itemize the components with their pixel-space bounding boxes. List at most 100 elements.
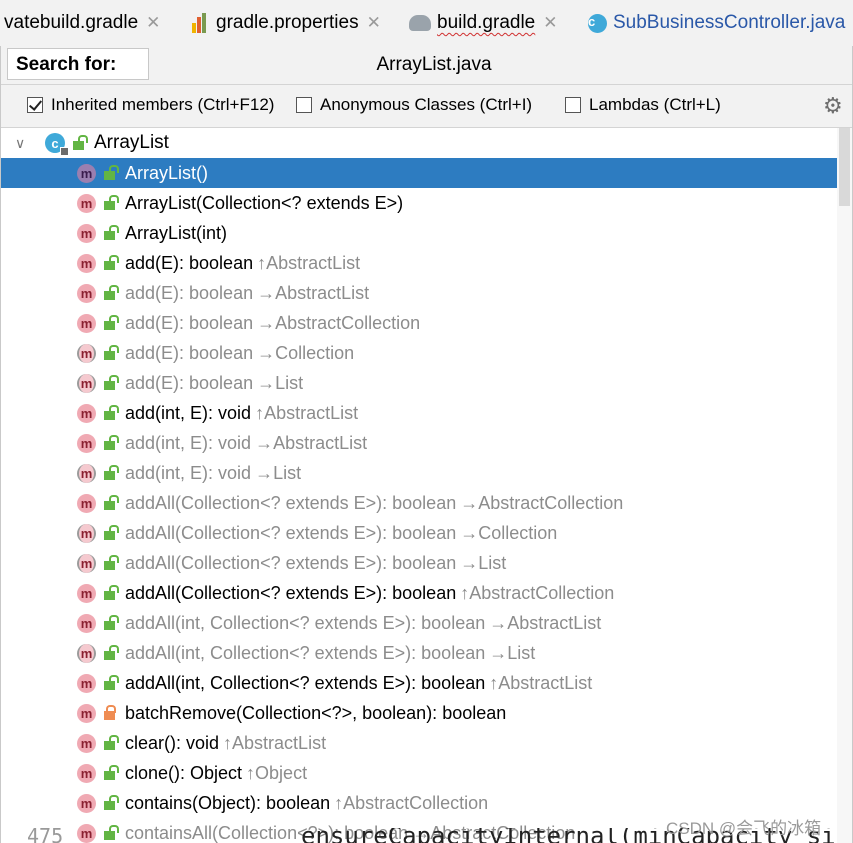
method-icon: m: [77, 283, 96, 303]
public-access-icon: [104, 734, 119, 750]
gear-icon[interactable]: ⚙: [823, 93, 843, 119]
chevron-down-icon[interactable]: ∨: [15, 135, 25, 152]
tab-subbusinesscontroller-java[interactable]: c SubBusinessController.java: [588, 10, 845, 36]
public-access-icon: [104, 314, 119, 330]
public-access-icon: [104, 164, 119, 180]
tree-row[interactable]: m ArrayList(): [1, 158, 837, 188]
tree-row[interactable]: m add(E): boolean ↑AbstractList: [1, 248, 837, 278]
method-icon: m: [77, 493, 96, 513]
member-name: addAll(Collection<? extends E>): boolean: [125, 582, 457, 603]
inherited-members-checkbox[interactable]: Inherited members (Ctrl+F12): [27, 95, 274, 115]
member-name: ArrayList(Collection<? extends E>): [125, 192, 404, 213]
member-name: addAll(Collection<? extends E>): boolean: [125, 492, 457, 513]
checkbox-checked-icon[interactable]: [27, 97, 43, 113]
tree-row[interactable]: m clear(): void ↑AbstractList: [1, 728, 837, 758]
public-access-icon: [104, 674, 119, 690]
tree-row[interactable]: m add(E): boolean →Collection: [1, 338, 837, 368]
member-name: clear(): void: [125, 732, 220, 753]
member-name: add(E): boolean: [125, 312, 254, 333]
public-access-icon: [104, 764, 119, 780]
tree-row[interactable]: m add(E): boolean →AbstractCollection: [1, 308, 837, 338]
inherited-from-label: ↑AbstractList: [255, 402, 359, 423]
inherited-from-label: ↑AbstractList: [489, 672, 593, 693]
option-label: Lambdas (Ctrl+L): [589, 95, 721, 114]
search-for-field[interactable]: Search for:: [7, 48, 149, 80]
inherited-from-label: ↑AbstractCollection: [334, 792, 489, 813]
abstract-method-icon: m: [77, 643, 96, 663]
abstract-method-icon: m: [77, 553, 96, 573]
checkbox-unchecked-icon[interactable]: [296, 97, 312, 113]
tree-row[interactable]: m addAll(Collection<? extends E>): boolea…: [1, 578, 837, 608]
method-icon: m: [77, 613, 96, 633]
line-number: 475: [27, 828, 64, 843]
inherited-from-label: →Collection: [460, 522, 558, 543]
abstract-method-icon: m: [77, 373, 96, 393]
inherited-from-label: →AbstractList: [255, 432, 368, 453]
tab-build-gradle[interactable]: build.gradle ✕: [409, 10, 558, 36]
tree-row[interactable]: m addAll(Collection<? extends E>): boolea…: [1, 488, 837, 518]
vertical-scrollbar[interactable]: [837, 128, 852, 843]
method-icon: m: [77, 223, 96, 243]
public-access-icon: [104, 194, 119, 210]
lambdas-checkbox[interactable]: Lambdas (Ctrl+L): [565, 95, 721, 115]
public-access-icon: [73, 134, 88, 150]
method-icon: m: [77, 253, 96, 273]
member-name: batchRemove(Collection<?>, boolean): boo…: [125, 702, 507, 723]
method-icon: m: [77, 433, 96, 453]
tree-row[interactable]: m ArrayList(int): [1, 218, 837, 248]
member-name: ArrayList(): [125, 162, 209, 183]
tree-row[interactable]: m add(E): boolean →AbstractList: [1, 278, 837, 308]
tree-row[interactable]: m add(E): boolean →List: [1, 368, 837, 398]
member-name: addAll(Collection<? extends E>): boolean: [125, 522, 457, 543]
public-access-icon: [104, 464, 119, 480]
member-name: contains(Object): boolean: [125, 792, 331, 813]
member-name: add(E): boolean: [125, 342, 254, 363]
public-access-icon: [104, 584, 119, 600]
tree-row[interactable]: m addAll(int, Collection<? extends E>): b…: [1, 608, 837, 638]
tree-row[interactable]: m addAll(Collection<? extends E>): boolea…: [1, 548, 837, 578]
member-name: add(E): boolean: [125, 372, 254, 393]
editor-tab-bar: vatebuild.gradle ✕ gradle.properties ✕ b…: [0, 0, 853, 47]
close-icon[interactable]: ✕: [543, 13, 557, 33]
option-label: Anonymous Classes (Ctrl+I): [320, 95, 533, 114]
scrollbar-thumb[interactable]: [839, 128, 850, 206]
public-access-icon: [104, 284, 119, 300]
method-icon: m: [77, 403, 96, 423]
method-icon: m: [77, 673, 96, 693]
public-access-icon: [104, 224, 119, 240]
close-icon[interactable]: ✕: [367, 13, 381, 33]
tree-row[interactable]: m addAll(Collection<? extends E>): boolea…: [1, 518, 837, 548]
tree-row[interactable]: m add(int, E): void →List: [1, 458, 837, 488]
method-icon: m: [77, 733, 96, 753]
public-access-icon: [104, 494, 119, 510]
tab-label: gradle.properties: [216, 12, 359, 33]
private-access-icon: [104, 704, 116, 720]
tree-row[interactable]: m clone(): Object ↑Object: [1, 758, 837, 788]
file-structure-popup: ArrayList.java Search for: Inherited mem…: [0, 46, 853, 843]
close-icon[interactable]: ✕: [146, 13, 160, 33]
tree-row[interactable]: m addAll(int, Collection<? extends E>): b…: [1, 638, 837, 668]
tree-row[interactable]: m addAll(int, Collection<? extends E>): b…: [1, 668, 837, 698]
member-name: addAll(Collection<? extends E>): boolean: [125, 552, 457, 573]
inherited-from-label: ↑AbstractList: [223, 732, 327, 753]
tree-row[interactable]: m batchRemove(Collection<?>, boolean): bo…: [1, 698, 837, 728]
member-name: addAll(int, Collection<? extends E>): bo…: [125, 672, 486, 693]
public-access-icon: [104, 614, 119, 630]
public-access-icon: [104, 404, 119, 420]
public-access-icon: [104, 554, 119, 570]
public-access-icon: [104, 644, 119, 660]
tab-vatebuild-gradle[interactable]: vatebuild.gradle ✕: [4, 10, 160, 36]
tree-row[interactable]: m ArrayList(Collection<? extends E>): [1, 188, 837, 218]
tree-row[interactable]: m add(int, E): void →AbstractList: [1, 428, 837, 458]
inherited-from-label: ↑AbstractList: [257, 252, 361, 273]
checkbox-unchecked-icon[interactable]: [565, 97, 581, 113]
inherited-from-label: ↑Object: [246, 762, 308, 783]
anonymous-classes-checkbox[interactable]: Anonymous Classes (Ctrl+I): [296, 95, 532, 115]
inherited-from-label: →Collection: [257, 342, 355, 363]
tree-row[interactable]: m add(int, E): void ↑AbstractList: [1, 398, 837, 428]
inherited-from-label: →List: [489, 642, 536, 663]
member-name: ArrayList(int): [125, 222, 228, 243]
gradle-elephant-icon: [409, 15, 431, 31]
tree-root-row[interactable]: ∨ c ArrayList: [1, 128, 837, 158]
tab-gradle-properties[interactable]: gradle.properties ✕: [192, 10, 381, 36]
